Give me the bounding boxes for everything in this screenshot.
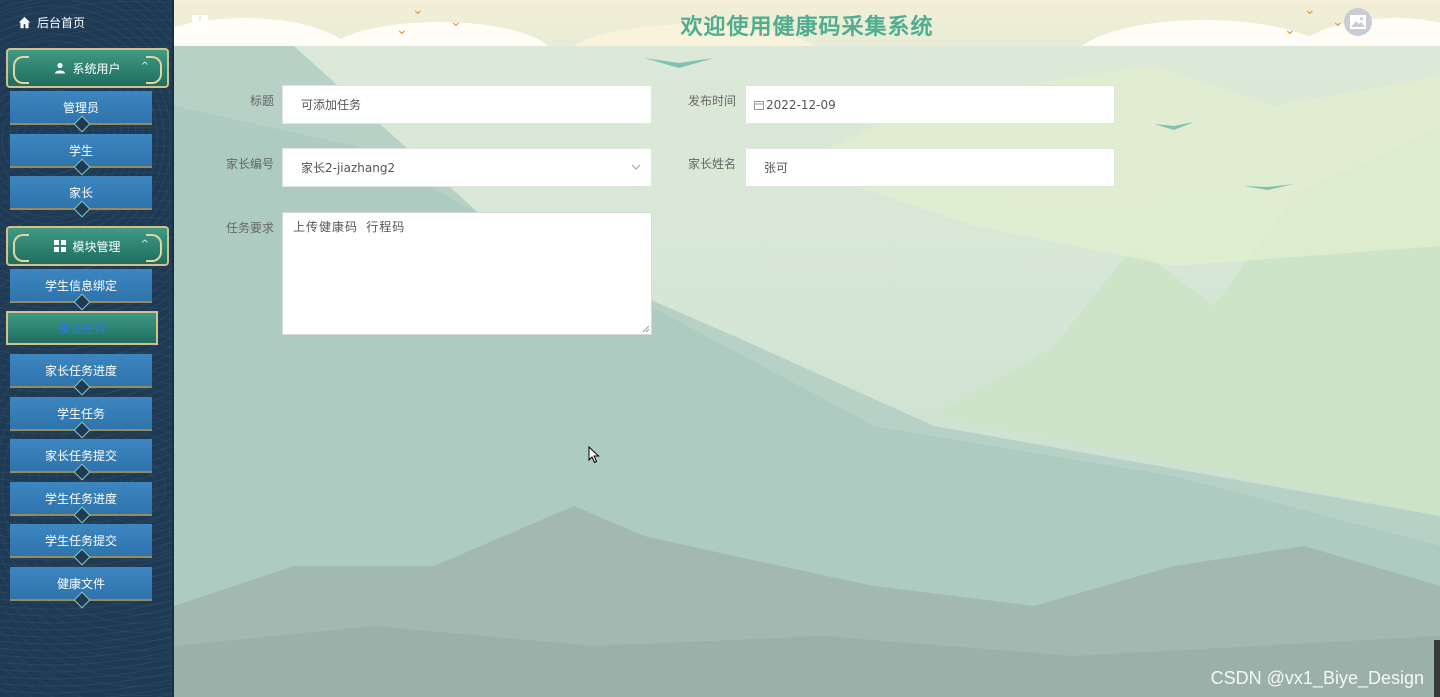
user-name: admin	[1379, 15, 1414, 29]
sidebar-item-student[interactable]: 学生	[10, 134, 152, 168]
sidebar-item-label: 学生任务提交	[44, 533, 117, 548]
sidebar: 后台首页 系统用户 ^ 管理员 学生 家长 模块管理 ^ 学生信息绑定 家长任务…	[0, 0, 174, 697]
sidebar-item-label: 健康文件	[56, 576, 105, 591]
user-icon	[54, 62, 66, 74]
mouse-cursor-icon	[588, 446, 600, 464]
sidebar-item-label: 学生任务进度	[44, 491, 117, 506]
sidebar-item-label: 学生信息绑定	[44, 278, 117, 293]
sidebar-item-student-task-submit[interactable]: 学生任务提交	[10, 524, 152, 558]
parent-id-value: 家长2-jiazhang2	[301, 161, 396, 175]
home-link-label: 后台首页	[37, 15, 86, 30]
main-content: 标题 可添加任务 发布时间 2022-12-09 家长编号 家长2-jiazha…	[174, 46, 1440, 697]
sidebar-item-parent-task[interactable]: 家长任务	[6, 311, 158, 345]
parent-name-label: 家长姓名	[687, 157, 736, 171]
parent-name-input[interactable]: 张可	[745, 148, 1115, 187]
parent-id-label: 家长编号	[225, 157, 274, 171]
sidebar-item-label: 家长	[68, 185, 93, 200]
grid-icon	[54, 240, 67, 252]
sidebar-item-health-files[interactable]: 健康文件	[10, 567, 152, 601]
group-header-system-users[interactable]: 系统用户 ^	[6, 48, 169, 88]
title-label: 标题	[249, 94, 274, 108]
user-menu[interactable]: admin	[1343, 8, 1414, 36]
top-bar: ⌄ ⌄ ⌄ ⌄ ⌄ ⌄ 欢迎使用健康码采集系统 admin	[174, 0, 1440, 46]
sidebar-item-parent-task-submit[interactable]: 家长任务提交	[10, 439, 152, 473]
sidebar-item-parent[interactable]: 家长	[10, 176, 152, 210]
parent-name-value: 张可	[764, 161, 789, 175]
group-label-system-users: 系统用户	[72, 61, 121, 76]
sidebar-item-student-binding[interactable]: 学生信息绑定	[10, 269, 152, 303]
requirement-label: 任务要求	[225, 221, 274, 235]
chevron-up-icon: ^	[140, 239, 149, 250]
group-header-module-management[interactable]: 模块管理 ^	[6, 226, 169, 266]
resize-handle-icon[interactable]	[642, 325, 650, 333]
chevron-up-icon: ^	[140, 61, 149, 72]
sidebar-item-student-task[interactable]: 学生任务	[10, 397, 152, 431]
sidebar-item-label: 家长任务进度	[44, 363, 117, 378]
title-input-value: 可添加任务	[301, 98, 362, 112]
requirement-textarea[interactable]: 上传健康码 行程码	[282, 212, 652, 335]
sidebar-item-label: 家长任务提交	[44, 448, 117, 463]
sidebar-item-label: 学生	[68, 143, 93, 158]
sidebar-item-label: 学生任务	[56, 406, 105, 421]
group-label-module-management: 模块管理	[72, 239, 121, 254]
chevron-down-icon	[631, 164, 641, 170]
home-icon	[18, 16, 31, 28]
site-title: 欢迎使用健康码采集系统	[680, 14, 934, 40]
image-icon	[1349, 15, 1366, 29]
calendar-icon	[754, 100, 764, 110]
home-link[interactable]: 后台首页	[18, 12, 85, 32]
avatar	[1343, 8, 1372, 36]
publish-time-label: 发布时间	[687, 94, 736, 108]
publish-time-value: 2022-12-09	[766, 97, 836, 112]
title-input[interactable]: 可添加任务	[282, 85, 652, 124]
sidebar-item-admin[interactable]: 管理员	[10, 91, 152, 125]
requirement-value: 上传健康码 行程码	[293, 220, 406, 234]
scrollbar-thumb[interactable]	[1434, 640, 1440, 697]
sidebar-item-parent-task-progress[interactable]: 家长任务进度	[10, 354, 152, 388]
watermark: CSDN @vx1_Biye_Design	[1210, 668, 1424, 688]
parent-id-select[interactable]: 家长2-jiazhang2	[282, 148, 652, 187]
sidebar-item-label: 管理员	[62, 100, 99, 115]
publish-time-input[interactable]: 2022-12-09	[745, 85, 1115, 124]
sidebar-item-label: 家长任务	[57, 321, 106, 336]
landscape-background	[174, 46, 1440, 697]
sidebar-item-student-task-progress[interactable]: 学生任务进度	[10, 482, 152, 516]
